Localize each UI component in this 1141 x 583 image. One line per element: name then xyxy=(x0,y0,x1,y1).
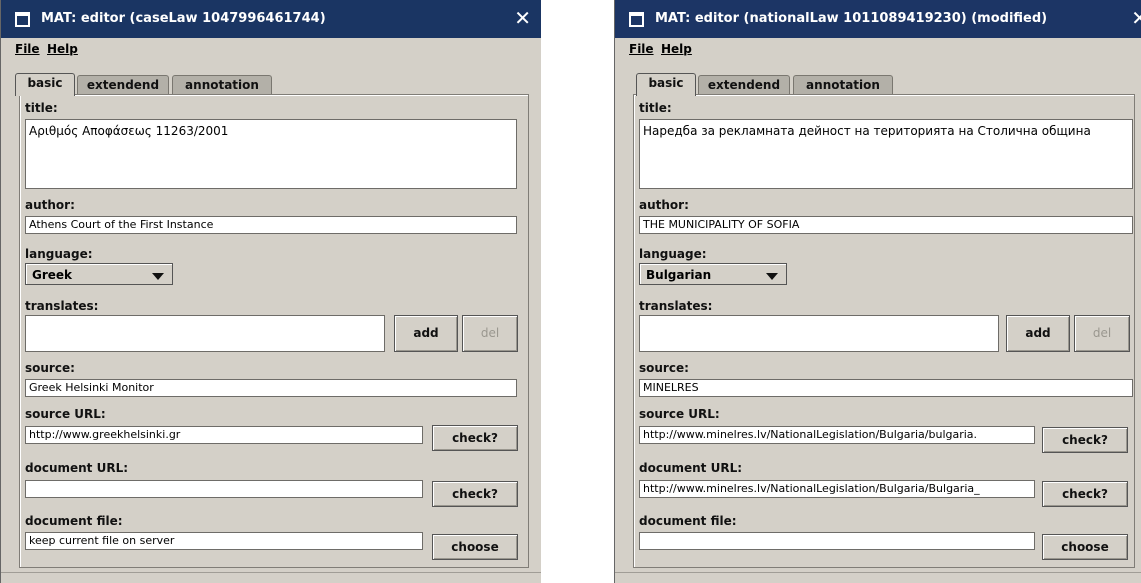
add-button[interactable]: add xyxy=(394,315,458,352)
translates-field[interactable] xyxy=(25,315,385,352)
translates-label: translates: xyxy=(639,299,713,313)
tab-basic[interactable]: basic xyxy=(15,73,75,96)
editor-window-nationallaw: MAT: editor (nationalLaw 1011089419230) … xyxy=(614,0,1141,583)
title-field[interactable]: Αριθμός Αποφάσεως 11263/2001 xyxy=(25,119,517,189)
window-title: MAT: editor (caseLaw 1047996461744) xyxy=(41,11,326,26)
window-menu-icon[interactable] xyxy=(629,12,644,27)
tab-annotation[interactable]: annotation xyxy=(793,75,893,95)
source-field[interactable]: MINELRES xyxy=(639,379,1133,397)
source-label: source: xyxy=(639,361,689,375)
status-bar xyxy=(1,572,541,583)
title-label: title: xyxy=(639,101,672,115)
close-icon[interactable]: ✕ xyxy=(514,6,531,30)
source-url-field[interactable]: http://www.greekhelsinki.gr xyxy=(25,426,423,444)
choose-button[interactable]: choose xyxy=(1042,534,1128,560)
del-button[interactable]: del xyxy=(462,315,518,352)
menu-file[interactable]: File xyxy=(629,42,654,56)
document-url-label: document URL: xyxy=(639,461,743,475)
tab-extendend[interactable]: extendend xyxy=(77,75,169,95)
source-url-label: source URL: xyxy=(25,407,106,421)
choose-button[interactable]: choose xyxy=(432,534,518,560)
language-label: language: xyxy=(25,247,93,261)
document-url-field[interactable]: http://www.minelres.lv/NationalLegislati… xyxy=(639,480,1035,498)
author-field[interactable]: THE MUNICIPALITY OF SOFIA xyxy=(639,216,1133,234)
document-file-label: document file: xyxy=(639,514,737,528)
add-button[interactable]: add xyxy=(1006,315,1070,352)
document-file-field[interactable]: keep current file on server xyxy=(25,532,423,550)
tab-annotation[interactable]: annotation xyxy=(172,75,272,95)
status-bar xyxy=(615,572,1141,583)
translates-label: translates: xyxy=(25,299,99,313)
close-icon[interactable]: ✕ xyxy=(1131,6,1141,30)
author-field[interactable]: Athens Court of the First Instance xyxy=(25,216,517,234)
del-button[interactable]: del xyxy=(1074,315,1130,352)
tab-extendend[interactable]: extendend xyxy=(698,75,790,95)
author-label: author: xyxy=(25,198,75,212)
menu-bar: File Help xyxy=(615,38,1141,62)
chevron-down-icon xyxy=(766,273,778,280)
editor-window-caselaw: MAT: editor (caseLaw 1047996461744) ✕ Fi… xyxy=(0,0,541,583)
title-label: title: xyxy=(25,101,58,115)
title-bar[interactable]: MAT: editor (nationalLaw 1011089419230) … xyxy=(615,0,1141,38)
menu-bar: File Help xyxy=(1,38,541,62)
menu-help[interactable]: Help xyxy=(661,42,692,56)
source-label: source: xyxy=(25,361,75,375)
check-source-url-button[interactable]: check? xyxy=(1042,427,1128,453)
chevron-down-icon xyxy=(152,273,164,280)
menu-help[interactable]: Help xyxy=(47,42,78,56)
language-select[interactable]: Bulgarian xyxy=(639,263,787,285)
document-file-field[interactable] xyxy=(639,532,1035,550)
basic-panel: title: Αριθμός Αποφάσεως 11263/2001 auth… xyxy=(19,94,529,568)
document-url-label: document URL: xyxy=(25,461,129,475)
title-bar[interactable]: MAT: editor (caseLaw 1047996461744) ✕ xyxy=(1,0,541,38)
title-field[interactable]: Наредба за рекламната дейност на територ… xyxy=(639,119,1133,189)
language-select[interactable]: Greek xyxy=(25,263,173,285)
check-source-url-button[interactable]: check? xyxy=(432,425,518,451)
document-file-label: document file: xyxy=(25,514,123,528)
translates-field[interactable] xyxy=(639,315,999,352)
source-url-label: source URL: xyxy=(639,407,720,421)
language-label: language: xyxy=(639,247,707,261)
language-selected-value: Bulgarian xyxy=(646,268,712,282)
window-title: MAT: editor (nationalLaw 1011089419230) … xyxy=(655,11,1048,26)
author-label: author: xyxy=(639,198,689,212)
document-url-field[interactable] xyxy=(25,480,423,498)
basic-panel: title: Наредба за рекламната дейност на … xyxy=(633,94,1135,568)
source-field[interactable]: Greek Helsinki Monitor xyxy=(25,379,517,397)
menu-file[interactable]: File xyxy=(15,42,40,56)
language-selected-value: Greek xyxy=(32,268,73,282)
window-menu-icon[interactable] xyxy=(15,12,30,27)
check-document-url-button[interactable]: check? xyxy=(432,481,518,507)
check-document-url-button[interactable]: check? xyxy=(1042,481,1128,507)
tab-basic[interactable]: basic xyxy=(636,73,696,96)
source-url-field[interactable]: http://www.minelres.lv/NationalLegislati… xyxy=(639,426,1035,444)
